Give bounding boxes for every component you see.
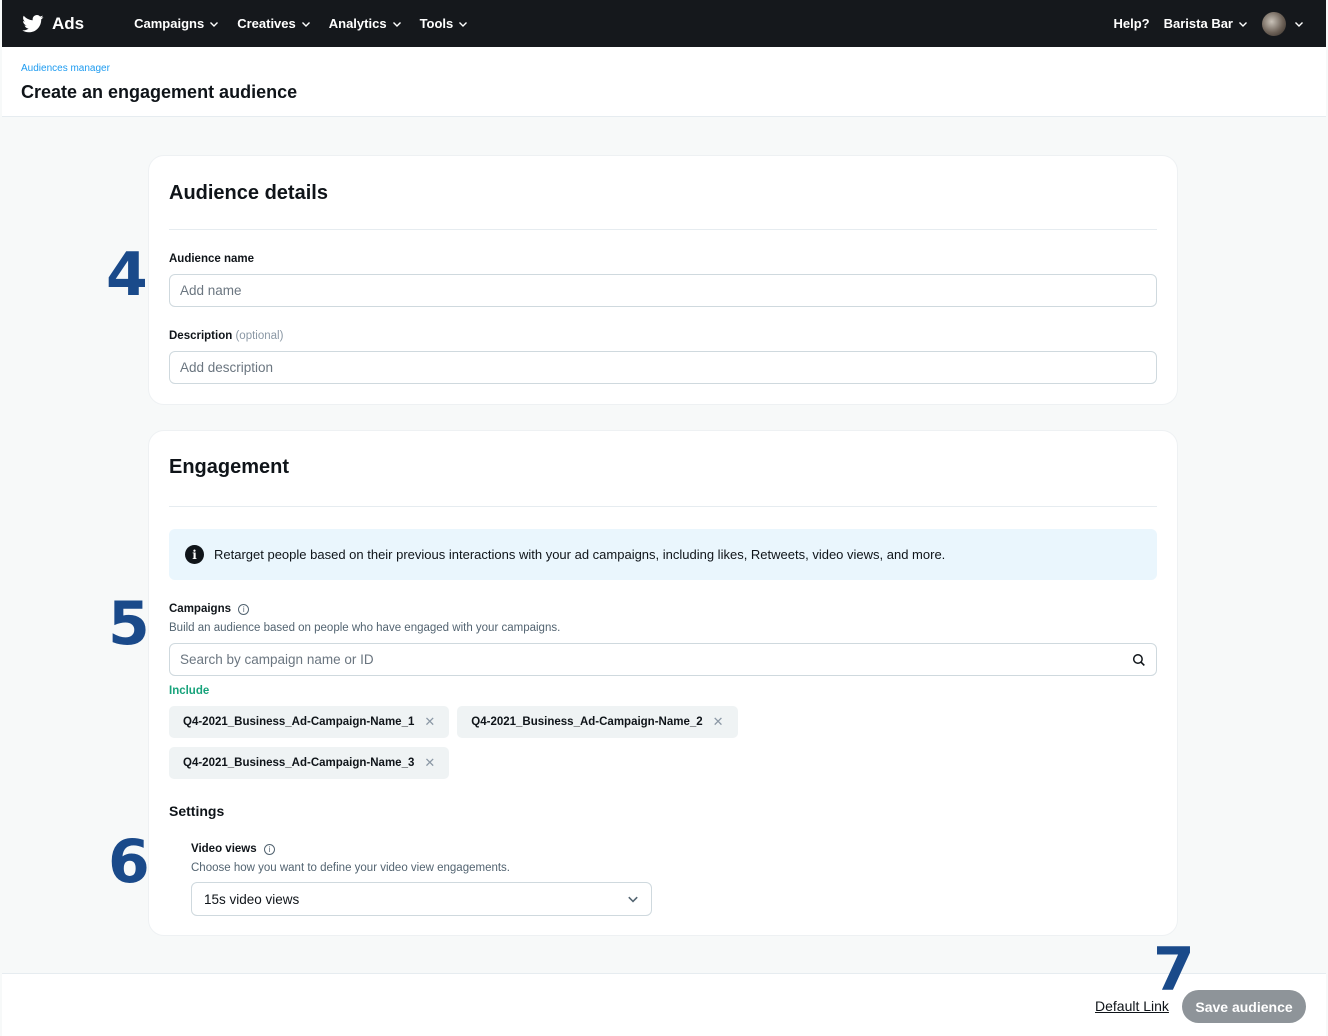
chevron-down-icon — [392, 21, 401, 27]
campaigns-label: Campaigns i — [169, 603, 250, 615]
campaign-chip: Q4-2021_Business_Ad-Campaign-Name_1 ✕ — [169, 706, 450, 738]
description-optional: (optional) — [235, 330, 284, 342]
info-text: Retarget people based on their previous … — [214, 547, 946, 562]
engagement-card: Engagement i Retarget people based on th… — [148, 430, 1178, 936]
top-nav: Ads Campaigns Creatives Analytics Tools … — [2, 0, 1326, 47]
twitter-bird-icon — [22, 14, 44, 32]
nav-tools[interactable]: Tools — [420, 16, 469, 31]
footer-bar: Default Link Save audience — [2, 973, 1326, 1036]
divider — [169, 506, 1157, 507]
profile-menu[interactable] — [1262, 11, 1304, 36]
description-label-text: Description — [169, 330, 233, 342]
close-icon[interactable]: ✕ — [424, 755, 435, 771]
campaigns-help: Build an audience based on people who ha… — [169, 622, 561, 634]
nav-creatives[interactable]: Creatives — [237, 16, 311, 31]
avatar — [1262, 11, 1286, 36]
campaign-chip: Q4-2021_Business_Ad-Campaign-Name_2 ✕ — [457, 706, 738, 738]
video-views-help: Choose how you want to define your video… — [191, 862, 511, 874]
info-banner: i Retarget people based on their previou… — [169, 529, 1157, 580]
campaign-search-input[interactable] — [180, 652, 1133, 667]
nav-campaigns-label: Campaigns — [134, 16, 205, 31]
video-views-label-text: Video views — [191, 843, 257, 855]
breadcrumb[interactable]: Audiences manager — [21, 63, 110, 74]
audience-details-title: Audience details — [169, 182, 328, 204]
nav-analytics-label: Analytics — [328, 16, 387, 31]
step-number-6: 6 — [108, 827, 150, 897]
chevron-down-icon — [210, 21, 219, 27]
info-circle-icon[interactable]: i — [238, 604, 250, 615]
step-number-5: 5 — [108, 589, 150, 659]
info-circle-icon[interactable]: i — [263, 844, 275, 855]
audience-name-label: Audience name — [169, 253, 254, 265]
page-title: Create an engagement audience — [21, 82, 298, 102]
close-icon[interactable]: ✕ — [424, 714, 435, 730]
brand-label: Ads — [52, 13, 85, 33]
nav-menu: Campaigns Creatives Analytics Tools — [134, 16, 468, 31]
chip-label: Q4-2021_Business_Ad-Campaign-Name_2 — [471, 716, 703, 728]
page-header: Audiences manager Create an engagement a… — [2, 47, 1326, 117]
description-input[interactable] — [180, 360, 1146, 375]
chevron-down-icon — [1239, 21, 1247, 27]
divider — [169, 229, 1157, 230]
nav-creatives-label: Creatives — [237, 16, 296, 31]
video-views-select[interactable]: 15s video views — [191, 882, 652, 916]
audience-name-input[interactable] — [180, 283, 1146, 298]
include-label: Include — [169, 685, 210, 697]
brand[interactable]: Ads — [22, 14, 84, 34]
video-views-label: Video views i — [191, 843, 275, 855]
nav-tools-label: Tools — [419, 16, 454, 31]
step-number-7: 7 — [1153, 935, 1195, 1005]
help-link[interactable]: Help? — [1114, 16, 1150, 31]
chevron-down-icon — [301, 21, 310, 27]
info-icon: i — [185, 545, 204, 564]
nav-campaigns[interactable]: Campaigns — [134, 16, 219, 31]
settings-label: Settings — [169, 803, 225, 819]
account-switcher[interactable]: Barista Bar — [1164, 16, 1248, 31]
video-views-value: 15s video views — [204, 891, 300, 907]
engagement-title: Engagement — [169, 456, 290, 478]
chip-label: Q4-2021_Business_Ad-Campaign-Name_1 — [183, 716, 415, 728]
step-number-4: 4 — [106, 240, 148, 310]
campaign-chips: Q4-2021_Business_Ad-Campaign-Name_1 ✕ Q4… — [169, 706, 769, 779]
chevron-down-icon — [628, 896, 638, 903]
description-field[interactable] — [169, 351, 1157, 384]
close-icon[interactable]: ✕ — [713, 714, 724, 730]
chip-label: Q4-2021_Business_Ad-Campaign-Name_3 — [183, 757, 415, 769]
campaigns-label-text: Campaigns — [169, 603, 231, 615]
chevron-down-icon — [459, 21, 468, 27]
audience-name-field[interactable] — [169, 274, 1157, 307]
campaign-search-field[interactable] — [169, 643, 1157, 676]
nav-right: Help? Barista Bar — [1114, 11, 1305, 36]
campaign-chip: Q4-2021_Business_Ad-Campaign-Name_3 ✕ — [169, 747, 450, 779]
chevron-down-icon — [1295, 21, 1303, 27]
save-audience-button[interactable]: Save audience — [1182, 990, 1306, 1023]
nav-analytics[interactable]: Analytics — [329, 16, 402, 31]
account-name: Barista Bar — [1163, 16, 1233, 31]
search-icon[interactable] — [1132, 653, 1146, 667]
audience-details-card: Audience details Audience name Descripti… — [148, 155, 1178, 405]
description-label: Description (optional) — [169, 330, 283, 342]
